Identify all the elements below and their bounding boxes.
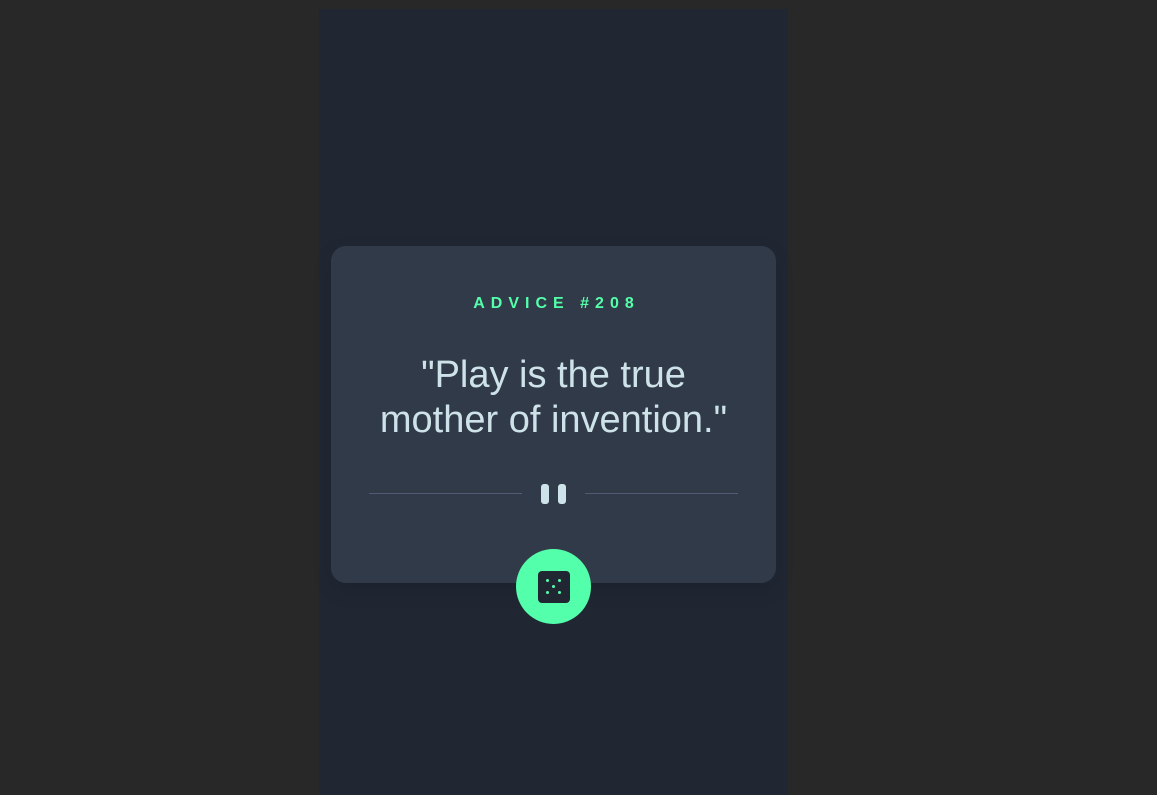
divider-line-right: [585, 493, 738, 494]
divider: [369, 484, 738, 504]
app-viewport: ADVICE #208 "Play is the true mother of …: [319, 9, 788, 795]
pause-icon: [541, 484, 569, 504]
advice-id: ADVICE #208: [473, 295, 640, 312]
divider-line-left: [369, 493, 522, 494]
advice-card: ADVICE #208 "Play is the true mother of …: [331, 246, 776, 583]
advice-quote: "Play is the true mother of invention.": [379, 354, 728, 441]
new-advice-button[interactable]: [516, 549, 591, 624]
dice-icon: [537, 570, 570, 603]
